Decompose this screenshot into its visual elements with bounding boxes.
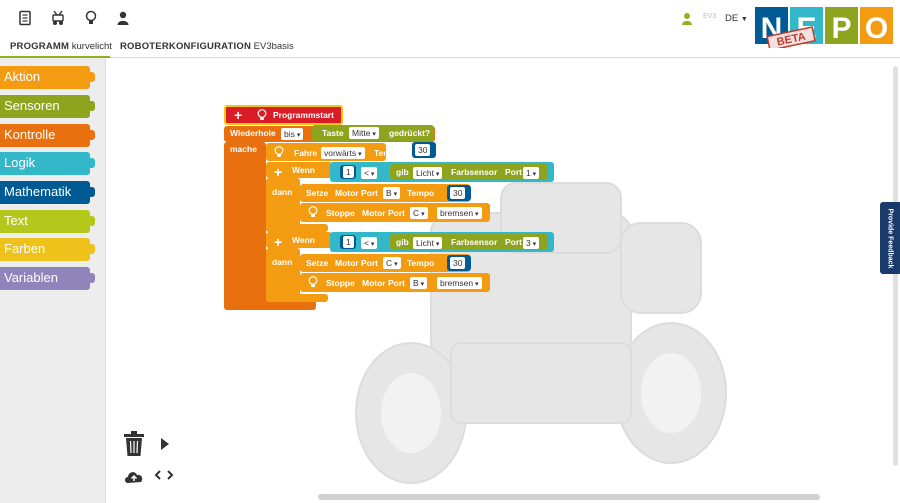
motor-port-label: Motor Port bbox=[335, 258, 378, 268]
svg-text:P: P bbox=[831, 12, 851, 45]
set-label: Setze bbox=[306, 258, 329, 268]
stop-port-dropdown[interactable]: C bbox=[410, 207, 428, 219]
category-colors[interactable]: Farben bbox=[0, 238, 95, 261]
sensor-label: Farbsensor bbox=[451, 167, 498, 177]
get-label: gib bbox=[396, 237, 409, 247]
block-toolbox: Aktion Sensoren Kontrolle Logik Mathemat… bbox=[0, 58, 106, 503]
bulb-icon[interactable] bbox=[82, 9, 100, 27]
stop-mode-dropdown[interactable]: bremsen bbox=[437, 277, 482, 289]
language-select[interactable]: DE ▼ bbox=[725, 13, 748, 24]
compare-left-value[interactable]: 1 bbox=[343, 166, 354, 178]
provide-feedback-button[interactable]: Provide Feedback bbox=[880, 202, 900, 274]
category-control[interactable]: Kontrolle bbox=[0, 124, 95, 147]
user-icon[interactable] bbox=[114, 9, 132, 27]
provide-feedback-label: Provide Feedback bbox=[886, 208, 894, 268]
motor-port-dropdown[interactable]: C bbox=[383, 257, 401, 269]
compare-operator-dropdown[interactable]: < bbox=[361, 167, 378, 179]
category-math[interactable]: Mathematik bbox=[0, 181, 95, 204]
get-label: gib bbox=[396, 167, 409, 177]
set-speed-value[interactable]: 30 bbox=[450, 187, 466, 199]
trash-icon[interactable] bbox=[123, 431, 145, 457]
sensor-mode-dropdown[interactable]: Licht bbox=[413, 237, 443, 249]
bulb-icon[interactable] bbox=[274, 146, 284, 158]
chevron-down-icon: ▼ bbox=[740, 16, 748, 23]
tab-program-value: kurvelicht bbox=[71, 41, 112, 52]
sensor-label: Farbsensor bbox=[451, 237, 498, 247]
bulb-icon[interactable] bbox=[308, 206, 318, 218]
horizontal-scrollbar[interactable] bbox=[318, 494, 820, 500]
speed-label: Tempo bbox=[407, 258, 435, 268]
tab-program[interactable]: PROGRAMM kurvelicht bbox=[0, 34, 112, 58]
port-label: Port bbox=[505, 167, 522, 177]
then-label: dann bbox=[272, 187, 293, 197]
stop-label: Stoppe bbox=[326, 208, 355, 218]
pressed-label: gedrückt? bbox=[389, 128, 431, 138]
speed-value[interactable]: 30 bbox=[415, 144, 431, 156]
category-variables[interactable]: Variablen bbox=[0, 267, 95, 290]
do-label: mache bbox=[230, 144, 257, 154]
plus-icon[interactable]: + bbox=[234, 108, 242, 122]
user-status-icon[interactable] bbox=[681, 12, 693, 26]
if-label: Wenn bbox=[292, 165, 315, 175]
tab-robot-config-title: ROBOTERKONFIGURATION bbox=[120, 41, 252, 52]
motor-port-label: Motor Port bbox=[362, 278, 405, 288]
if-label: Wenn bbox=[292, 235, 315, 245]
then-label: dann bbox=[272, 257, 293, 267]
sensor-mode-dropdown[interactable]: Licht bbox=[413, 167, 443, 179]
code-view-icon[interactable] bbox=[154, 469, 174, 481]
repeat-block-body bbox=[224, 142, 266, 308]
category-text[interactable]: Text bbox=[0, 210, 95, 233]
drive-direction-dropdown[interactable]: vorwärts bbox=[321, 147, 365, 159]
category-action[interactable]: Aktion bbox=[0, 66, 95, 89]
if-block-footer bbox=[266, 224, 328, 232]
port-label: Port bbox=[505, 237, 522, 247]
category-sensors[interactable]: Sensoren bbox=[0, 95, 95, 118]
speed-label: Tempo bbox=[374, 148, 402, 158]
bulb-icon[interactable] bbox=[308, 276, 318, 288]
play-icon[interactable] bbox=[159, 436, 171, 452]
key-label: Taste bbox=[322, 128, 344, 138]
robot-type-label: EV3 bbox=[703, 13, 717, 20]
stop-port-dropdown[interactable]: B bbox=[410, 277, 428, 289]
repeat-label: Wiederhole bbox=[230, 128, 276, 138]
set-speed-value[interactable]: 30 bbox=[450, 257, 466, 269]
cloud-upload-icon[interactable] bbox=[123, 468, 145, 484]
tab-robot-config-value: EV3basis bbox=[253, 41, 294, 52]
program-start-label: Programmstart bbox=[273, 110, 334, 120]
robot-icon[interactable] bbox=[49, 9, 67, 27]
nepo-logo: N E P O BETA bbox=[755, 7, 893, 48]
document-icon[interactable] bbox=[16, 9, 34, 27]
motor-port-label: Motor Port bbox=[362, 208, 405, 218]
stop-mode-dropdown[interactable]: bremsen bbox=[437, 207, 482, 219]
tab-program-title: PROGRAMM bbox=[10, 41, 70, 52]
motor-port-dropdown[interactable]: B bbox=[383, 187, 401, 199]
motor-port-label: Motor Port bbox=[335, 188, 378, 198]
port-dropdown[interactable]: 1 bbox=[523, 167, 540, 179]
compare-operator-dropdown[interactable]: < bbox=[361, 237, 378, 249]
if-block-footer bbox=[266, 294, 328, 302]
svg-text:O: O bbox=[865, 12, 888, 45]
port-dropdown[interactable]: 3 bbox=[523, 237, 540, 249]
language-value: DE bbox=[725, 13, 739, 24]
compare-left-value[interactable]: 1 bbox=[343, 236, 354, 248]
repeat-mode-dropdown[interactable]: bis bbox=[281, 128, 304, 140]
key-dropdown[interactable]: Mitte bbox=[349, 127, 379, 139]
stop-label: Stoppe bbox=[326, 278, 355, 288]
plus-icon[interactable]: + bbox=[274, 165, 282, 179]
bulb-icon[interactable] bbox=[257, 109, 267, 121]
drive-label: Fahre bbox=[294, 148, 318, 158]
set-label: Setze bbox=[306, 188, 329, 198]
workspace[interactable]: + Programmstart Wiederhole bis mache Tas… bbox=[106, 58, 900, 503]
top-bar: PROGRAMM kurvelicht ROBOTERKONFIGURATION… bbox=[0, 0, 900, 58]
tab-robot-config[interactable]: ROBOTERKONFIGURATION EV3basis bbox=[110, 34, 294, 58]
category-logic[interactable]: Logik bbox=[0, 152, 95, 175]
plus-icon[interactable]: + bbox=[274, 235, 282, 249]
speed-label: Tempo bbox=[407, 188, 435, 198]
